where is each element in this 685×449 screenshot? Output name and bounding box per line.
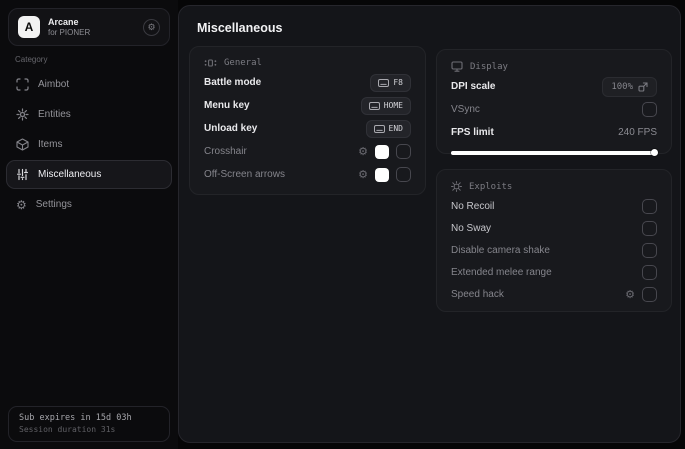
items-cube-icon xyxy=(16,138,29,151)
keybind-button-battle-mode[interactable]: F8 xyxy=(370,73,411,92)
app-subtitle: for PIONER xyxy=(48,27,91,37)
setting-row-battle-mode: Battle mode F8 xyxy=(190,71,425,94)
setting-row-speed-hack: Speed hack ⚙ xyxy=(437,283,671,305)
keybind-value: END xyxy=(388,124,403,133)
settings-gear-icon: ⚙ xyxy=(16,197,27,212)
setting-label: Battle mode xyxy=(204,77,262,88)
setting-row-no-sway: No Sway xyxy=(437,217,671,239)
sidebar-item-label: Entities xyxy=(38,109,71,120)
crosshair-color-swatch[interactable] xyxy=(375,144,389,159)
setting-row-extended-melee-range: Extended melee range xyxy=(437,261,671,283)
sidebar-item-label: Aimbot xyxy=(38,79,70,90)
app-name: Arcane xyxy=(48,16,79,27)
setting-label: No Sway xyxy=(451,222,492,234)
setting-label: No Recoil xyxy=(451,200,495,212)
setting-label: Speed hack xyxy=(451,288,504,300)
general-card: General Battle mode F8 Menu key HOME Unl… xyxy=(189,46,426,195)
scale-icon xyxy=(638,81,648,92)
sidebar-item-entities[interactable]: Entities xyxy=(6,100,172,129)
setting-row-fps-limit: FPS limit 240 FPS xyxy=(437,121,671,144)
keybind-button-menu-key[interactable]: HOME xyxy=(360,96,411,115)
setting-row-unload-key: Unload key END xyxy=(190,117,425,140)
sub-expiry-text: Sub expires in 15d 03h xyxy=(19,413,132,423)
crosshair-options-gear-icon[interactable]: ⚙ xyxy=(358,146,368,157)
sidebar: A Arcane for PIONER ⚙ Category Aimbot En… xyxy=(0,0,178,449)
setting-row-dpi-scale: DPI scale 100% xyxy=(437,75,671,98)
speed-hack-options-gear-icon[interactable]: ⚙ xyxy=(625,289,635,300)
sidebar-item-items[interactable]: Items xyxy=(6,130,172,159)
setting-row-disable-camera-shake: Disable camera shake xyxy=(437,239,671,261)
app-window: A Arcane for PIONER ⚙ Category Aimbot En… xyxy=(0,0,685,449)
monitor-icon xyxy=(451,61,463,72)
entities-icon xyxy=(16,108,29,121)
display-card-title: Display xyxy=(470,61,508,72)
fps-limit-slider[interactable] xyxy=(451,149,658,156)
dpi-scale-selector[interactable]: 100% xyxy=(602,76,657,97)
category-label: Category xyxy=(15,55,48,64)
disable-camera-shake-checkbox[interactable] xyxy=(642,242,657,258)
keyboard-icon xyxy=(378,78,390,87)
vsync-checkbox[interactable] xyxy=(642,102,657,117)
slider-fill xyxy=(451,151,657,155)
bug-icon xyxy=(451,181,462,192)
setting-label: Disable camera shake xyxy=(451,244,550,256)
misc-sliders-icon xyxy=(16,168,29,181)
sidebar-item-settings[interactable]: ⚙ Settings xyxy=(6,190,172,219)
display-card-header: Display xyxy=(437,50,671,75)
keybind-button-unload-key[interactable]: END xyxy=(365,119,411,138)
offscreen-arrows-color-swatch[interactable] xyxy=(375,167,389,182)
speed-hack-checkbox[interactable] xyxy=(642,286,657,302)
grid-icon xyxy=(204,58,217,68)
keyboard-icon xyxy=(373,124,385,133)
sidebar-item-aimbot[interactable]: Aimbot xyxy=(6,70,172,99)
keyboard-icon xyxy=(368,101,380,110)
page-title: Miscellaneous xyxy=(197,21,283,35)
app-header-card: A Arcane for PIONER ⚙ xyxy=(8,8,170,46)
offscreen-arrows-options-gear-icon[interactable]: ⚙ xyxy=(358,169,368,180)
sidebar-item-label: Settings xyxy=(35,199,72,210)
keybind-value: HOME xyxy=(383,101,403,110)
no-sway-checkbox[interactable] xyxy=(642,220,657,236)
header-settings-icon[interactable]: ⚙ xyxy=(143,18,160,36)
setting-label: Off-Screen arrows xyxy=(204,169,285,180)
sidebar-item-miscellaneous[interactable]: Miscellaneous xyxy=(6,160,172,189)
setting-label: Crosshair xyxy=(204,146,247,157)
setting-row-offscreen-arrows: Off-Screen arrows ⚙ xyxy=(190,163,425,186)
general-card-title: General xyxy=(224,58,262,68)
extended-melee-range-checkbox[interactable] xyxy=(642,264,657,280)
setting-label: Menu key xyxy=(204,100,250,111)
display-card: Display DPI scale 100% VSync FPS limit 2… xyxy=(436,49,672,156)
aimbot-scan-icon xyxy=(16,78,29,91)
exploits-card-header: Exploits xyxy=(437,170,671,195)
dpi-scale-value: 100% xyxy=(611,81,633,92)
setting-label: VSync xyxy=(451,104,480,115)
setting-row-no-recoil: No Recoil xyxy=(437,195,671,217)
session-duration-text: Session duration 31s xyxy=(19,425,116,434)
setting-label: FPS limit xyxy=(451,127,494,138)
setting-row-crosshair: Crosshair ⚙ xyxy=(190,140,425,163)
sidebar-nav: Aimbot Entities Items Miscellaneous ⚙ Se… xyxy=(6,70,172,220)
sidebar-item-label: Items xyxy=(38,139,63,150)
fps-limit-value: 240 FPS xyxy=(618,127,657,138)
app-logo: A xyxy=(18,16,40,38)
setting-label: DPI scale xyxy=(451,81,496,92)
exploits-card: Exploits No Recoil No Sway Disable camer… xyxy=(436,169,672,312)
exploits-card-title: Exploits xyxy=(469,181,513,192)
setting-label: Unload key xyxy=(204,123,258,134)
keybind-value: F8 xyxy=(393,78,403,87)
general-card-header: General xyxy=(190,47,425,71)
subscription-info-card: Sub expires in 15d 03h Session duration … xyxy=(8,406,170,442)
no-recoil-checkbox[interactable] xyxy=(642,198,657,214)
slider-knob[interactable] xyxy=(651,149,658,156)
offscreen-arrows-checkbox[interactable] xyxy=(396,167,411,182)
sidebar-item-label: Miscellaneous xyxy=(38,169,102,180)
setting-row-menu-key: Menu key HOME xyxy=(190,94,425,117)
main-panel: Miscellaneous General Battle mode F8 Men… xyxy=(178,5,681,443)
setting-row-vsync: VSync xyxy=(437,98,671,121)
setting-label: Extended melee range xyxy=(451,266,552,278)
crosshair-checkbox[interactable] xyxy=(396,144,411,159)
